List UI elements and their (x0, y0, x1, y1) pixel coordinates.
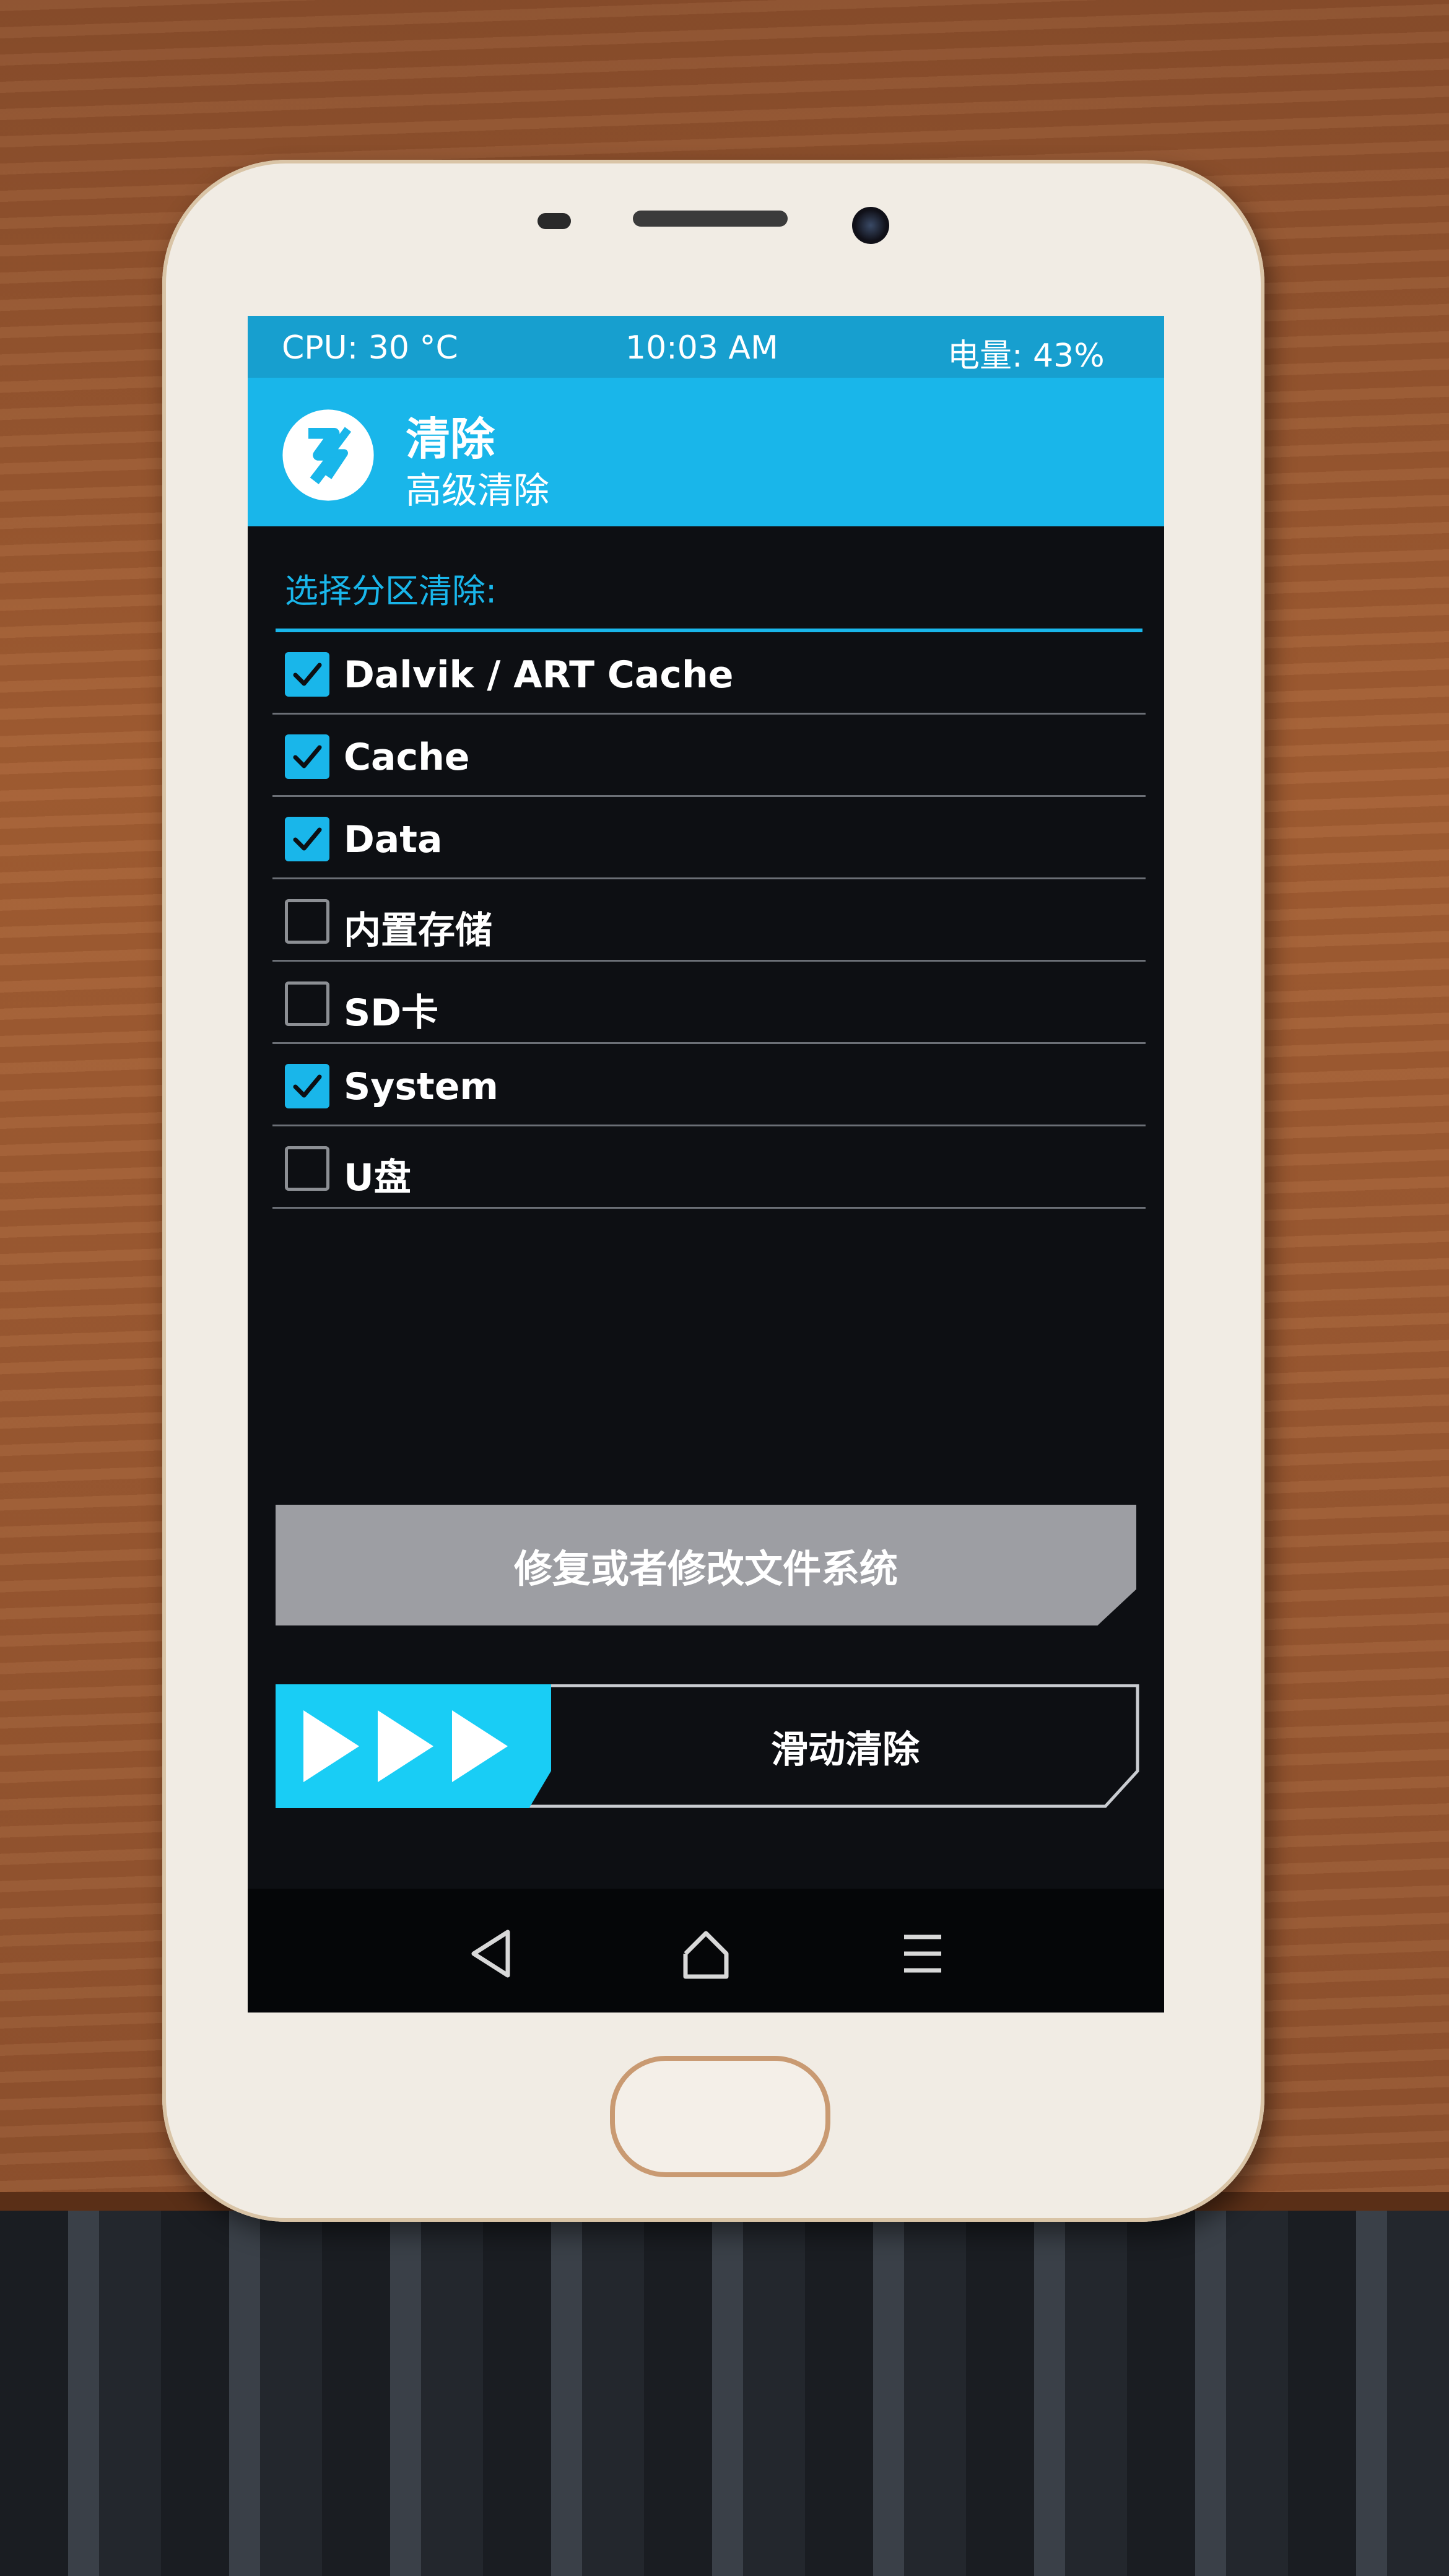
checkbox-unchecked[interactable] (285, 899, 329, 944)
checkmark-icon (293, 1074, 322, 1098)
back-icon[interactable] (464, 1926, 520, 1982)
swipe-to-wipe-slider[interactable]: 滑动清除 (276, 1684, 1139, 1808)
partition-row-sd-card[interactable]: SD卡 (272, 962, 1146, 1044)
checkbox-checked[interactable] (285, 652, 329, 697)
clock: 10:03 AM (625, 329, 778, 367)
proximity-sensor (537, 213, 571, 229)
partition-row-system[interactable]: System (272, 1044, 1146, 1126)
repair-filesystem-button[interactable]: 修复或者修改文件系统 (276, 1505, 1136, 1625)
partition-label: 内置存储 (344, 909, 492, 952)
floor-background (0, 2211, 1449, 2576)
partition-row-dalvik[interactable]: Dalvik / ART Cache (272, 632, 1146, 715)
checkmark-icon (293, 663, 322, 686)
partition-row-data[interactable]: Data (272, 797, 1146, 879)
partition-label: Cache (344, 736, 470, 779)
checkbox-checked[interactable] (285, 817, 329, 861)
page-title: 清除 (406, 413, 495, 465)
slider-label: 滑动清除 (771, 1728, 920, 1772)
front-camera (852, 207, 889, 244)
partition-row-usb[interactable]: U盘 (272, 1126, 1146, 1209)
cpu-temperature: CPU: 30 °C (282, 329, 458, 367)
triple-arrow-icon (303, 1710, 508, 1782)
phone-screen: CPU: 30 °C 10:03 AM 电量: 43% 清除 高级清除 选择分区… (248, 316, 1164, 2012)
earpiece-speaker (633, 211, 788, 227)
partition-label: Data (344, 818, 443, 861)
title-bar: 清除 高级清除 (248, 378, 1164, 526)
checkbox-checked[interactable] (285, 734, 329, 779)
home-key[interactable] (610, 2056, 830, 2177)
partition-label: Dalvik / ART Cache (344, 653, 734, 697)
partition-list: Dalvik / ART Cache Cache Data 内置存储 SD卡 S… (272, 632, 1146, 1209)
twrp-logo-icon (282, 409, 374, 501)
status-bar: CPU: 30 °C 10:03 AM 电量: 43% (248, 316, 1164, 378)
checkbox-unchecked[interactable] (285, 1146, 329, 1191)
partition-label: SD卡 (344, 991, 439, 1035)
checkbox-unchecked[interactable] (285, 981, 329, 1026)
checkmark-icon (293, 745, 322, 768)
section-label: 选择分区清除: (285, 572, 497, 611)
partition-label: System (344, 1065, 498, 1108)
partition-row-internal-storage[interactable]: 内置存储 (272, 879, 1146, 962)
partition-row-cache[interactable]: Cache (272, 715, 1146, 797)
partition-label: U盘 (344, 1156, 411, 1199)
slider-handle[interactable] (276, 1684, 551, 1808)
home-icon[interactable] (678, 1926, 734, 1982)
battery-level: 电量: 43% (947, 337, 1105, 375)
navigation-bar (248, 1889, 1164, 2012)
checkbox-checked[interactable] (285, 1064, 329, 1108)
checkmark-icon (293, 827, 322, 851)
page-subtitle: 高级清除 (406, 469, 550, 511)
menu-icon[interactable] (895, 1926, 951, 1982)
